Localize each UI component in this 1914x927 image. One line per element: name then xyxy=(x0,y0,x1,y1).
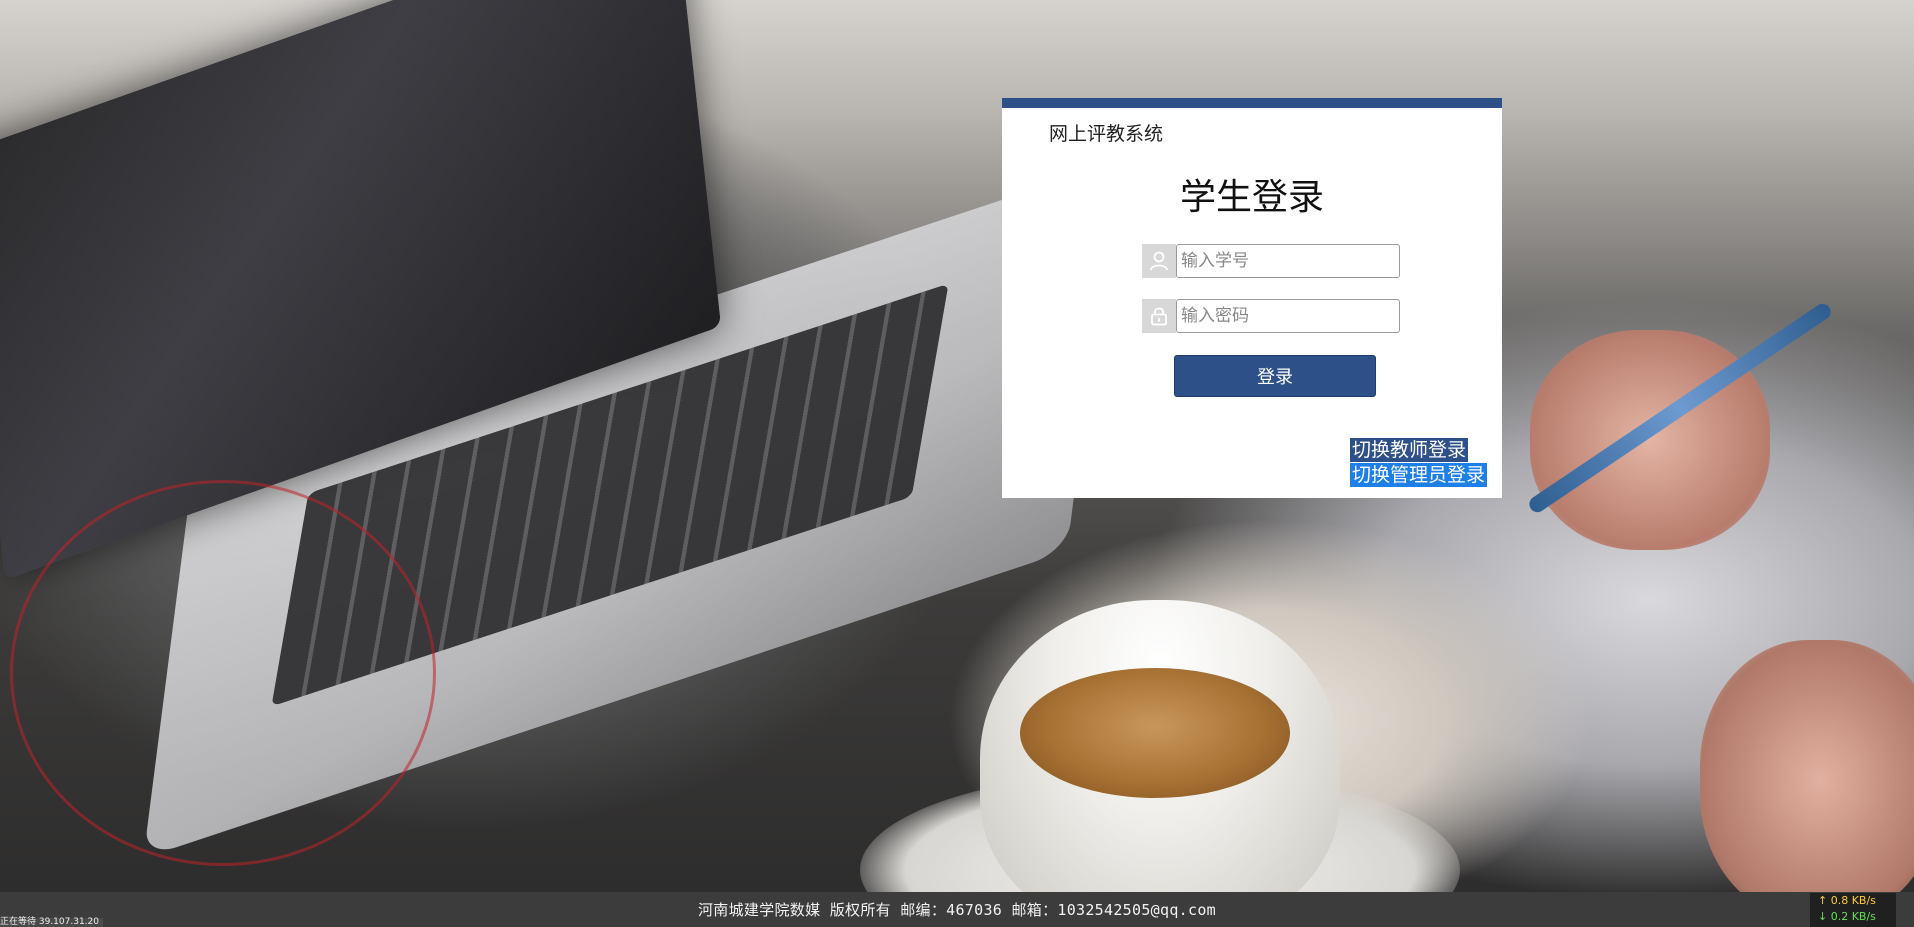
switch-admin-login-link[interactable]: 切换管理员登录 xyxy=(1350,463,1488,487)
upload-speed: ↑ 0.8 KB/s xyxy=(1818,894,1876,907)
user-icon xyxy=(1142,244,1176,278)
system-title: 网上评教系统 xyxy=(1049,123,1164,145)
login-button[interactable]: 登录 xyxy=(1174,355,1376,397)
switch-teacher-login-link[interactable]: 切换教师登录 xyxy=(1350,438,1469,462)
student-id-input[interactable] xyxy=(1176,244,1400,278)
footer-copyright: 河南城建学院数媒 版权所有 邮编：467036 邮箱：1032542505@qq… xyxy=(697,901,1216,919)
lock-icon xyxy=(1142,299,1176,333)
network-speed-widget: ↑ 0.8 KB/s ↓ 0.2 KB/s xyxy=(1810,893,1896,927)
username-field xyxy=(1142,244,1400,278)
coffee xyxy=(1020,668,1290,798)
password-input[interactable] xyxy=(1176,299,1400,333)
background-photo xyxy=(0,0,1914,927)
footer: 河南城建学院数媒 版权所有 邮编：467036 邮箱：1032542505@qq… xyxy=(0,892,1914,927)
password-field xyxy=(1142,299,1400,333)
login-card: 网上评教系统 学生登录 登录 切换教师登录 切换管理员登录 xyxy=(1002,98,1502,498)
login-title: 学生登录 xyxy=(1179,177,1324,218)
hand-lower xyxy=(1700,640,1914,920)
download-speed: ↓ 0.2 KB/s xyxy=(1818,910,1876,923)
browser-status-text: 正在等待 39.107.31.20 xyxy=(0,918,103,927)
red-cable xyxy=(10,480,436,866)
